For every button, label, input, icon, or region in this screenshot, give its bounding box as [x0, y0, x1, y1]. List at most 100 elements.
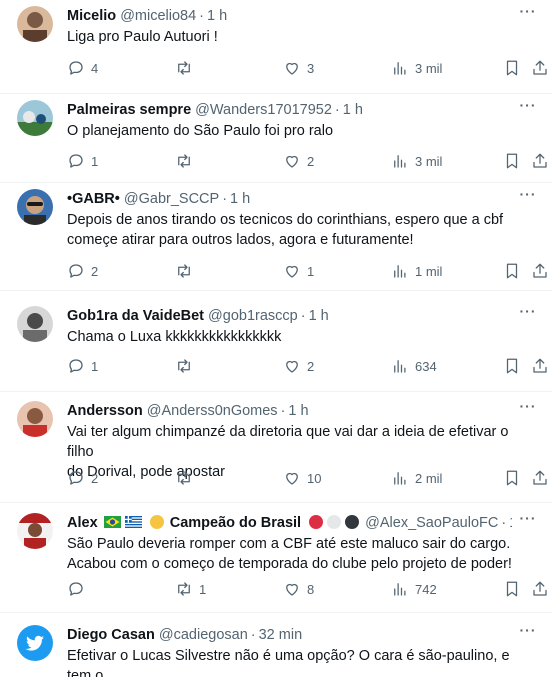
author-name[interactable]: Alex	[67, 515, 98, 531]
share-button[interactable]	[531, 150, 549, 172]
views-button[interactable]: 3 mil	[391, 150, 442, 172]
tweet-text: O planejamento do São Paulo foi pro ralo	[67, 123, 334, 139]
views-button[interactable]: 3 mil	[391, 57, 442, 79]
author-name[interactable]: Palmeiras sempre	[67, 102, 191, 118]
gold-medal-icon	[149, 515, 164, 529]
author-handle[interactable]: @Anderss0nGomes	[147, 403, 278, 419]
tweet[interactable]: Andersson @Anderss0nGomes · 1 h ··· Vai te…	[0, 395, 552, 503]
share-button[interactable]	[531, 578, 549, 600]
avatar[interactable]	[17, 401, 53, 437]
avatar[interactable]	[17, 6, 53, 42]
reply-button[interactable]	[67, 578, 91, 600]
retweet-button[interactable]: 1	[175, 578, 206, 600]
more-options-icon[interactable]: ···	[518, 399, 538, 419]
tweet-time[interactable]: 1 h	[509, 515, 512, 531]
avatar[interactable]	[17, 513, 53, 549]
heart-icon	[286, 265, 298, 278]
retweet-icon	[178, 582, 190, 596]
avatar[interactable]	[17, 189, 53, 225]
tweet[interactable]: •GABR• @Gabr_SCCP · 1 h ··· Depois de anos…	[0, 183, 552, 291]
tweet-time[interactable]: 1 h	[343, 102, 363, 118]
action-bar: 1 2 3 mil	[67, 150, 552, 172]
tweet[interactable]: Palmeiras sempre @Wanders17017952 · 1 h ··…	[0, 94, 552, 183]
retweet-icon	[178, 264, 190, 278]
more-options-icon[interactable]: ···	[518, 304, 538, 324]
action-bar: 1 2 634	[67, 355, 552, 377]
tweet-time[interactable]: 1 h	[288, 403, 308, 419]
bookmark-button[interactable]	[503, 150, 521, 172]
tweet[interactable]: Gob1ra da VaideBet @gob1rasccp · 1 h ··· C…	[0, 300, 552, 392]
author-name-suffix[interactable]: Campeão do Brasil	[170, 515, 301, 531]
like-button[interactable]: 10	[283, 467, 321, 489]
views-button[interactable]: 742	[391, 578, 437, 600]
tweet[interactable]: Diego Casan @cadiegosan · 32 min ··· Efeti…	[0, 619, 552, 677]
like-button[interactable]: 2	[283, 355, 314, 377]
retweet-button[interactable]	[175, 467, 199, 489]
reply-icon	[69, 264, 83, 278]
tweet-time[interactable]: 1 h	[230, 191, 250, 207]
share-icon	[533, 581, 547, 596]
tweet-header: Diego Casan @cadiegosan · 32 min	[67, 625, 512, 645]
bookmark-button[interactable]	[503, 355, 521, 377]
reply-button[interactable]: 2	[67, 467, 98, 489]
author-handle[interactable]: @Gabr_SCCP	[124, 191, 219, 207]
bookmark-button[interactable]	[503, 467, 521, 489]
like-button[interactable]: 8	[283, 578, 314, 600]
views-button[interactable]: 2 mil	[391, 467, 442, 489]
bookmark-button[interactable]	[503, 260, 521, 282]
more-options-icon[interactable]: ···	[518, 623, 538, 643]
separator-dot: ·	[334, 102, 340, 118]
author-handle[interactable]: @Alex_SaoPauloFC	[365, 515, 498, 531]
retweet-button[interactable]	[175, 150, 199, 172]
author-handle[interactable]: @cadiegosan	[159, 627, 248, 643]
like-button[interactable]: 1	[283, 260, 314, 282]
share-button[interactable]	[531, 260, 549, 282]
separator-dot: ·	[280, 403, 286, 419]
tweet-time[interactable]: 32 min	[259, 627, 303, 643]
more-options-icon[interactable]: ···	[518, 187, 538, 207]
retweet-icon	[178, 471, 190, 485]
views-button[interactable]: 1 mil	[391, 260, 442, 282]
author-name[interactable]: Micelio	[67, 8, 116, 24]
retweet-button[interactable]	[175, 57, 199, 79]
share-button[interactable]	[531, 57, 549, 79]
share-button[interactable]	[531, 355, 549, 377]
more-options-icon[interactable]: ···	[518, 4, 538, 24]
bookmark-icon	[506, 60, 518, 76]
tweet[interactable]: Alex Campeão do Brasil @Alex_SaoPauloFC ·…	[0, 507, 552, 613]
views-button[interactable]: 634	[391, 355, 437, 377]
reply-icon	[69, 582, 83, 596]
more-options-icon[interactable]: ···	[518, 511, 538, 531]
tweet[interactable]: Micelio @micelio84 · 1 h ··· Liga pro Paul…	[0, 0, 552, 94]
analytics-icon	[394, 155, 406, 168]
author-name[interactable]: •GABR•	[67, 191, 120, 207]
reply-button[interactable]: 1	[67, 355, 98, 377]
author-handle[interactable]: @micelio84	[120, 8, 196, 24]
analytics-icon	[394, 62, 406, 75]
action-bar: 1 8 742	[67, 578, 552, 600]
tweet-time[interactable]: 1 h	[207, 8, 227, 24]
reply-button[interactable]: 4	[67, 57, 98, 79]
avatar[interactable]	[17, 100, 53, 136]
tweet-time[interactable]: 1 h	[309, 308, 329, 324]
bookmark-button[interactable]	[503, 578, 521, 600]
like-button[interactable]: 2	[283, 150, 314, 172]
avatar[interactable]	[17, 625, 53, 661]
retweet-button[interactable]	[175, 355, 199, 377]
author-handle[interactable]: @Wanders17017952	[195, 102, 332, 118]
share-button[interactable]	[531, 467, 549, 489]
reply-button[interactable]: 2	[67, 260, 98, 282]
red-circle-icon	[309, 515, 324, 529]
author-handle[interactable]: @gob1rasccp	[208, 308, 298, 324]
avatar[interactable]	[17, 306, 53, 342]
more-options-icon[interactable]: ···	[518, 98, 538, 118]
bookmark-button[interactable]	[503, 57, 521, 79]
analytics-icon	[394, 472, 406, 485]
like-button[interactable]: 3	[283, 57, 314, 79]
retweet-button[interactable]	[175, 260, 199, 282]
author-name[interactable]: Andersson	[67, 403, 143, 419]
author-name[interactable]: Diego Casan	[67, 627, 155, 643]
black-circle-icon	[345, 515, 360, 529]
reply-button[interactable]: 1	[67, 150, 98, 172]
author-name[interactable]: Gob1ra da VaideBet	[67, 308, 204, 324]
